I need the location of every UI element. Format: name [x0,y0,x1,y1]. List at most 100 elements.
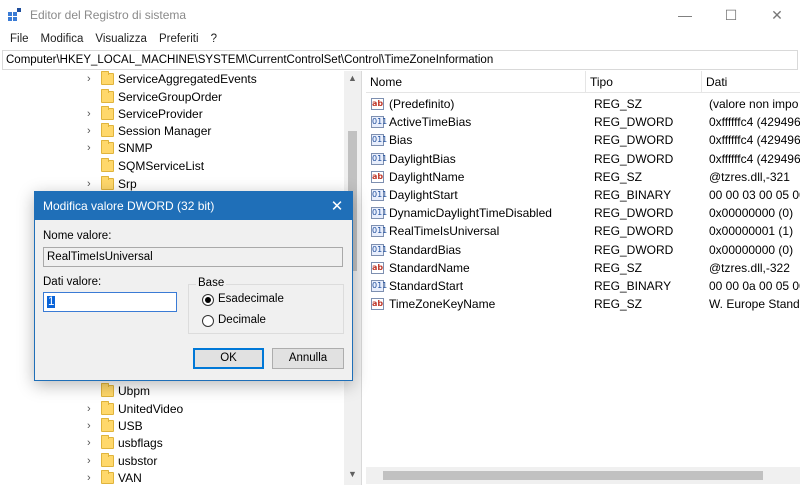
list-item[interactable]: 011 DaylightStart REG_BINARY 00 00 03 00 05… [366,186,800,204]
cell-data: 00 00 0a 00 05 00 0 [709,279,800,293]
tree-item-label: ServiceProvider [118,107,203,121]
value-data-input[interactable]: 1 [43,292,177,312]
folder-icon [101,106,114,120]
cell-data: 0x00000000 (0) [709,206,794,221]
list-item[interactable]: 011 StandardBias REG_DWORD 0x00000000 (0) [366,241,800,259]
list-item[interactable]: ab StandardName REG_SZ @tzres.dll,-322 [366,259,800,277]
cell-name: StandardName [389,260,470,275]
chevron-right-icon[interactable]: › [87,142,97,154]
tree-item-label: ServiceAggregatedEvents [118,72,257,86]
values-list[interactable]: Nome Tipo Dati ab (Predefinito) REG_SZ (val… [366,71,800,485]
chevron-right-icon[interactable]: › [87,73,97,85]
tree-item-label: UnitedVideo [118,402,184,416]
cancel-button[interactable]: Annulla [272,348,344,369]
tree-item[interactable]: Ubpm [0,383,344,400]
scroll-down-icon[interactable]: ▼ [348,469,357,479]
chevron-right-icon[interactable]: › [87,472,97,484]
cell-name: ActiveTimeBias [389,115,472,130]
binary-value-icon: 011 [371,243,388,256]
tree-item[interactable]: › ServiceProvider [0,106,344,123]
chevron-right-icon[interactable]: › [87,455,97,467]
scroll-up-icon[interactable]: ▲ [348,73,357,83]
tree-item-label: Ubpm [118,384,151,398]
chevron-right-icon[interactable]: › [87,178,97,190]
menu-preferiti[interactable]: Preferiti [153,30,205,48]
tree-item-label: SQMServiceList [118,159,205,173]
list-header: Nome Tipo Dati [366,71,800,93]
cell-name: DynamicDaylightTimeDisabled [389,206,552,221]
menu-modifica[interactable]: Modifica [35,30,90,48]
list-item[interactable]: 011 RealTimeIsUniversal REG_DWORD 0x0000000… [366,222,800,240]
scroll-thumb[interactable] [383,471,763,480]
tree-item[interactable]: › usbstor [0,453,344,470]
cell-type: REG_SZ [594,260,643,275]
tree-item[interactable]: SQMServiceList [0,158,344,175]
tree-item[interactable]: › SNMP [0,140,344,157]
folder-icon [101,383,114,397]
list-item[interactable]: ab TimeZoneKeyName REG_SZ W. Europe Standa [366,295,800,313]
cell-type: REG_SZ [594,97,643,111]
list-item[interactable]: 011 DynamicDaylightTimeDisabled REG_DWORD 0… [366,204,800,222]
column-header-name[interactable]: Nome [366,71,586,93]
cell-type: REG_DWORD [594,151,674,166]
cell-data: (valore non impo [709,97,799,111]
tree-item[interactable]: › USB [0,418,344,435]
radio-decimal-label[interactable]: Decimale [218,314,266,326]
radio-decimal[interactable] [202,315,214,327]
column-header-type[interactable]: Tipo [586,71,702,93]
folder-icon [101,123,114,137]
menu-visualizza[interactable]: Visualizza [89,30,153,48]
folder-icon [101,176,114,190]
dialog-close-icon[interactable]: ✕ [322,192,352,220]
edit-dword-dialog: Modifica valore DWORD (32 bit) ✕ Nome va… [34,191,353,381]
base-groupbox [188,284,344,334]
tree-item-label: VAN [118,471,142,485]
folder-icon [101,71,114,85]
minimize-button[interactable]: — [662,0,708,30]
radio-hexadecimal[interactable] [202,294,214,306]
cell-name: RealTimeIsUniversal [389,224,500,239]
tree-item[interactable]: › usbflags [0,435,344,452]
list-item[interactable]: 011 DaylightBias REG_DWORD 0xffffffc4 (4294… [366,150,800,168]
cell-data: 0x00000001 (1) [709,224,794,239]
list-horizontal-scrollbar[interactable] [366,467,800,484]
maximize-button[interactable]: ☐ [708,0,754,30]
list-item[interactable]: ab DaylightName REG_SZ @tzres.dll,-321 [366,168,800,186]
binary-value-icon: 011 [371,280,388,292]
tree-item[interactable]: › UnitedVideo [0,401,344,418]
folder-icon [101,453,114,467]
cell-data: @tzres.dll,-321 [709,169,790,184]
list-item[interactable]: 011 StandardStart REG_BINARY 00 00 0a 00 05… [366,277,800,295]
list-item[interactable]: ab (Predefinito) REG_SZ (valore non impo [366,95,800,113]
ok-button[interactable]: OK [193,348,264,369]
binary-value-icon: 011 [371,134,388,147]
dialog-title: Modifica valore DWORD (32 bit) [43,199,215,213]
chevron-right-icon[interactable]: › [87,108,97,120]
column-header-data[interactable]: Dati [702,71,800,93]
tree-item[interactable]: › VAN [0,470,344,485]
list-item[interactable]: 011 Bias REG_DWORD 0xffffffc4 (429496 [366,131,800,149]
chevron-right-icon[interactable]: › [87,437,97,449]
cell-type: REG_SZ [594,297,643,312]
cell-name: (Predefinito) [389,97,455,111]
cell-data: W. Europe Standa [709,297,800,312]
folder-icon [101,140,114,154]
tree-item-label: ServiceGroupOrder [118,90,223,104]
menu-help[interactable]: ? [205,30,223,48]
value-data-label: Dati valore: [43,276,102,288]
tree-item[interactable]: › Session Manager [0,123,344,140]
tree-item-label: usbstor [118,454,158,468]
tree-item[interactable]: › ServiceAggregatedEvents [0,71,344,88]
chevron-right-icon[interactable]: › [87,125,97,137]
cell-type: REG_DWORD [594,115,674,130]
cell-data: 0x00000000 (0) [709,242,794,257]
close-button[interactable]: ✕ [754,0,800,30]
menu-file[interactable]: File [4,30,35,48]
chevron-right-icon[interactable]: › [87,420,97,432]
radio-hexadecimal-label[interactable]: Esadecimale [218,293,284,305]
address-bar[interactable]: Computer\HKEY_LOCAL_MACHINE\SYSTEM\Curre… [2,50,798,70]
tree-item-label: USB [118,419,143,433]
list-item[interactable]: 011 ActiveTimeBias REG_DWORD 0xffffffc4 (42… [366,113,800,131]
tree-item[interactable]: ServiceGroupOrder [0,89,344,106]
chevron-right-icon[interactable]: › [87,403,97,415]
